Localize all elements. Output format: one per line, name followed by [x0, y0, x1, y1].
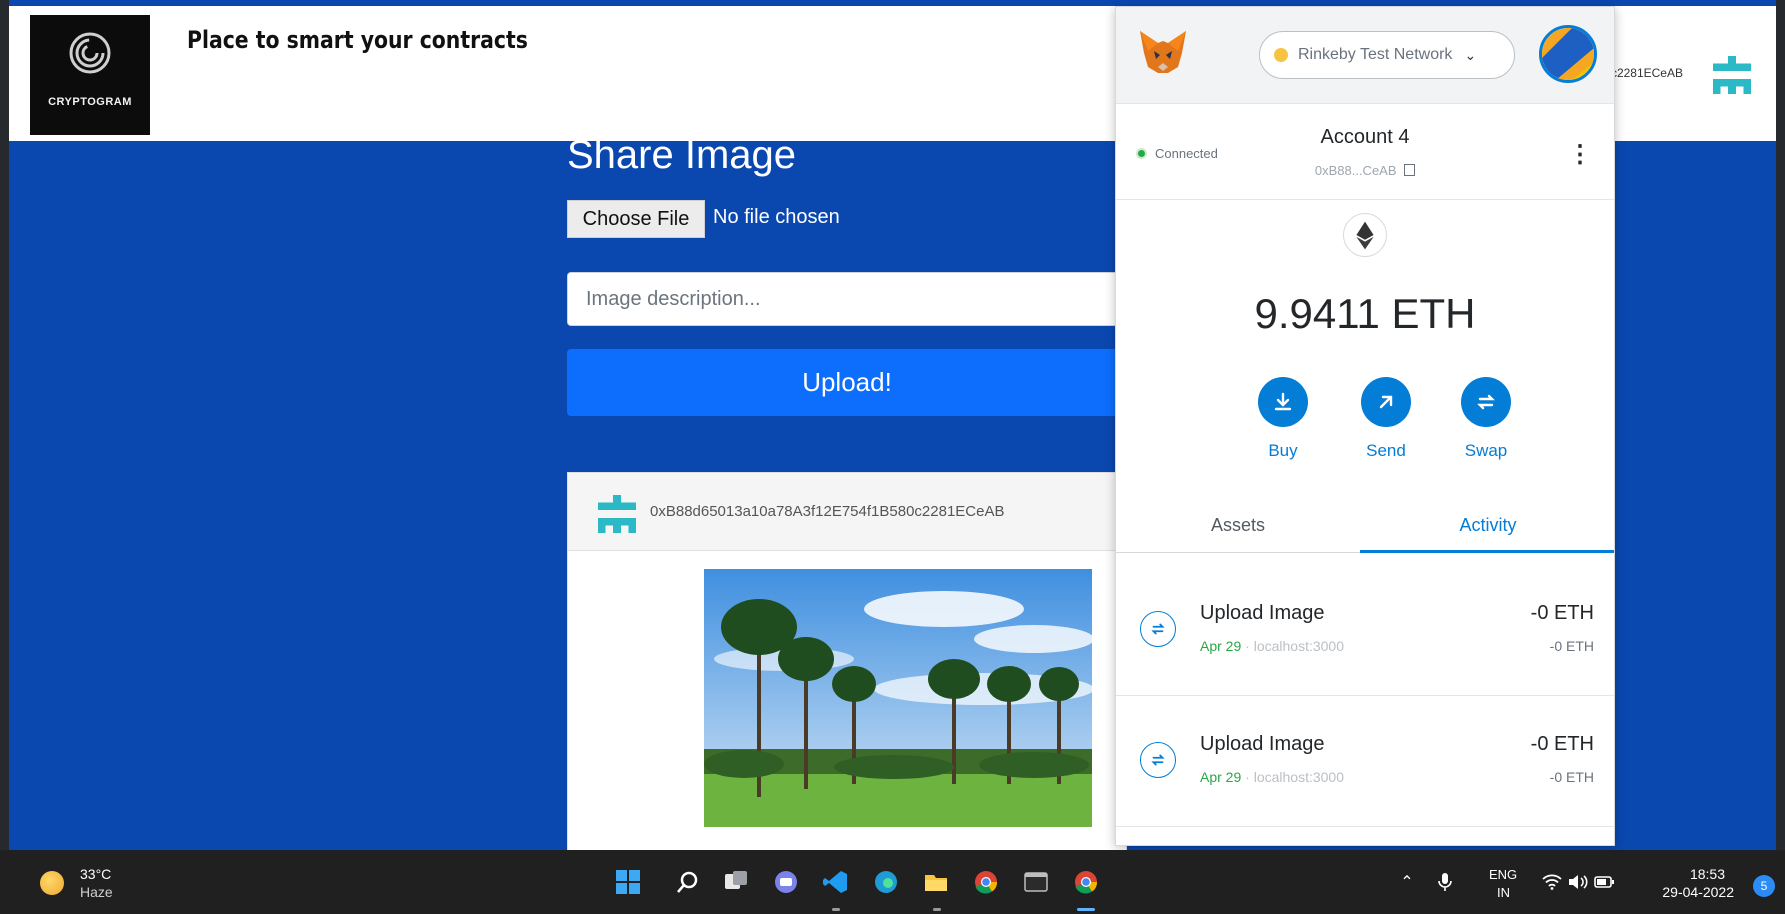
transaction-origin: localhost:3000 — [1253, 769, 1344, 785]
account-jazzicon-icon — [1542, 28, 1594, 80]
account-address-text: 0xB88...CeAB — [1314, 163, 1397, 178]
transaction-swap-icon — [1140, 742, 1176, 778]
post-author-address: 0xB88d65013a10a78A3f12E754f1B580c2281ECe… — [650, 503, 1005, 520]
terminal-icon[interactable] — [1020, 866, 1052, 898]
weather-temperature[interactable]: 33°C — [80, 866, 111, 882]
transaction-amount-secondary: -0 ETH — [1549, 638, 1594, 654]
download-icon — [1258, 377, 1308, 427]
taskbar: 33°C Haze ⌃ ENG IN 18:53 29-04-2022 5 — [0, 850, 1785, 914]
account-bar: Connected Account 4 0xB88...CeAB ⋮ — [1116, 104, 1614, 200]
buy-label: Buy — [1268, 441, 1298, 460]
send-button[interactable]: Send — [1346, 377, 1426, 461]
logo-wordmark: CRYPTOGRAM — [48, 96, 132, 108]
choose-file-button[interactable]: Choose File — [567, 200, 705, 238]
file-explorer-icon[interactable] — [920, 866, 952, 898]
arrow-up-right-icon — [1361, 377, 1411, 427]
start-icon[interactable] — [612, 866, 644, 898]
weather-condition[interactable]: Haze — [80, 884, 113, 900]
metamask-popup: Rinkeby Test Network ⌄ Connected Account… — [1115, 6, 1615, 846]
battery-icon[interactable] — [1592, 866, 1616, 898]
weather-sun-icon[interactable] — [40, 871, 64, 895]
search-icon[interactable] — [672, 866, 704, 898]
transaction-row[interactable]: Upload Image Apr 29 · localhost:3000 -0 … — [1116, 566, 1614, 696]
transaction-origin: localhost:3000 — [1253, 638, 1344, 654]
chevron-down-icon: ⌄ — [1464, 46, 1477, 63]
chrome-icon[interactable] — [970, 866, 1002, 898]
image-post-card: 0xB88d65013a10a78A3f12E754f1B580c2281ECe… — [567, 472, 1127, 852]
swap-label: Swap — [1464, 441, 1508, 460]
account-name: Account 4 — [1320, 126, 1410, 148]
cryptogram-logo-icon — [69, 32, 111, 74]
running-indicator — [832, 908, 840, 911]
account-avatar[interactable] — [1539, 25, 1597, 83]
tab-assets[interactable]: Assets — [1116, 497, 1360, 553]
volume-icon[interactable] — [1566, 866, 1590, 898]
swap-button[interactable]: Swap — [1446, 377, 1526, 461]
task-view-icon[interactable] — [720, 866, 752, 898]
post-image — [704, 569, 1092, 827]
transaction-title: Upload Image — [1200, 602, 1325, 624]
edge-icon[interactable] — [870, 866, 902, 898]
ethereum-icon — [1343, 213, 1387, 257]
network-selector[interactable]: Rinkeby Test Network ⌄ — [1259, 31, 1515, 79]
chrome-active-icon[interactable] — [1070, 866, 1102, 898]
chevron-up-icon[interactable]: ⌃ — [1396, 866, 1418, 898]
transaction-row[interactable]: Upload Image Apr 29 · localhost:3000 -0 … — [1116, 697, 1614, 827]
transaction-date: Apr 29 — [1200, 769, 1242, 785]
transaction-amount: -0 ETH — [1530, 602, 1594, 624]
network-name: Rinkeby Test Network — [1298, 46, 1453, 63]
clock-date[interactable]: 29-04-2022 — [1662, 884, 1734, 900]
transaction-amount-secondary: -0 ETH — [1549, 769, 1594, 785]
site-tagline: Place to smart your contracts — [187, 26, 528, 54]
vscode-icon[interactable] — [820, 866, 852, 898]
upload-button[interactable]: Upload! — [567, 349, 1127, 416]
transaction-amount: -0 ETH — [1530, 733, 1594, 755]
active-indicator — [1077, 908, 1095, 911]
account-options-kebab-icon[interactable]: ⋮ — [1568, 140, 1592, 169]
notification-badge[interactable]: 5 — [1753, 875, 1775, 897]
share-image-heading: Share Image — [567, 133, 797, 177]
tab-activity[interactable]: Activity — [1360, 497, 1614, 553]
send-label: Send — [1366, 441, 1406, 460]
metamask-fox-icon[interactable] — [1138, 29, 1188, 75]
account-address[interactable]: 0xB88...CeAB — [1116, 163, 1614, 178]
input-language[interactable]: ENG — [1489, 867, 1517, 882]
running-indicator — [933, 908, 941, 911]
eth-balance: 9.9411 ETH — [1254, 290, 1476, 337]
file-status-text: No file chosen — [713, 206, 840, 228]
network-status-dot — [1274, 48, 1288, 62]
site-logo[interactable]: CRYPTOGRAM — [30, 15, 150, 135]
transaction-title: Upload Image — [1200, 733, 1325, 755]
transaction-swap-icon — [1140, 611, 1176, 647]
wifi-icon[interactable] — [1540, 866, 1564, 898]
connected-dot-icon — [1138, 150, 1145, 157]
screen-bezel-left — [0, 0, 9, 850]
transaction-meta: Apr 29 · localhost:3000 — [1200, 769, 1344, 785]
post-header: 0xB88d65013a10a78A3f12E754f1B580c2281ECe… — [568, 473, 1126, 551]
transaction-date: Apr 29 — [1200, 638, 1242, 654]
copy-icon[interactable] — [1404, 164, 1416, 176]
chat-icon[interactable] — [770, 866, 802, 898]
identicon-icon — [1713, 56, 1751, 94]
microphone-icon[interactable] — [1434, 866, 1456, 898]
transaction-meta: Apr 29 · localhost:3000 — [1200, 638, 1344, 654]
input-region[interactable]: IN — [1497, 885, 1510, 900]
author-identicon-icon — [598, 495, 636, 533]
metamask-app-header: Rinkeby Test Network ⌄ — [1116, 7, 1614, 104]
swap-icon — [1461, 377, 1511, 427]
image-description-input[interactable] — [567, 272, 1127, 326]
screen-bezel-right — [1776, 0, 1785, 850]
clock-time[interactable]: 18:53 — [1690, 866, 1725, 882]
buy-button[interactable]: Buy — [1243, 377, 1323, 461]
